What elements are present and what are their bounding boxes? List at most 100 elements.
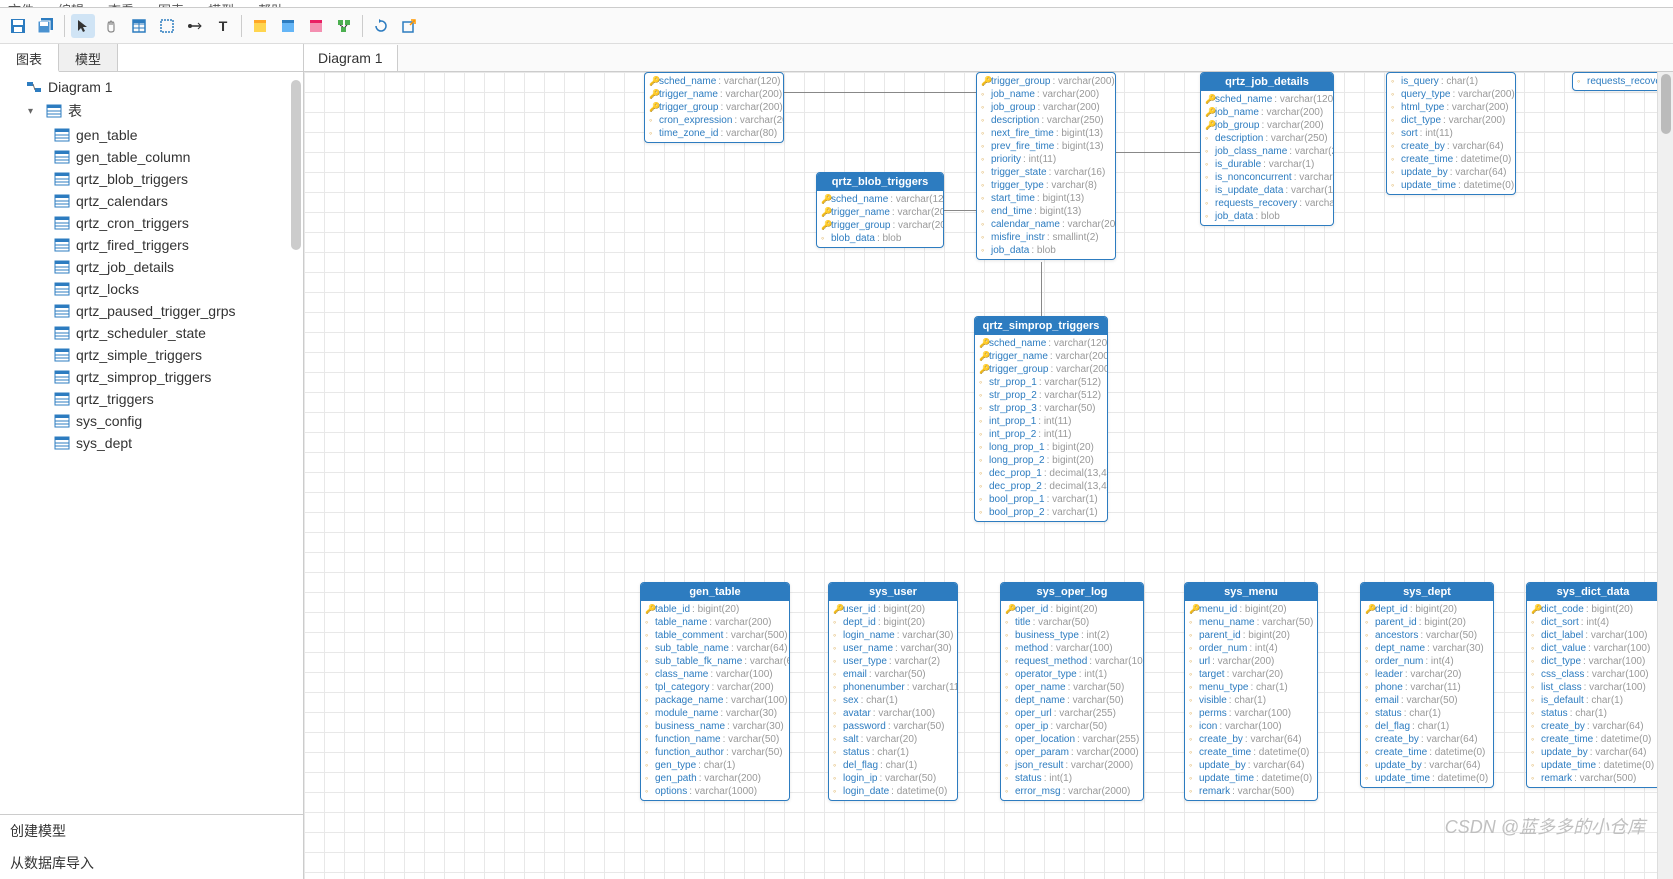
color-yellow-icon[interactable] [248,14,272,38]
tree-item-gen_table[interactable]: gen_table [0,124,303,146]
field-row[interactable]: ◦oper_name: varchar(50) [1005,681,1139,694]
table-icon[interactable] [127,14,151,38]
field-row[interactable]: ◦is_default: char(1) [1531,694,1655,707]
menu-编辑[interactable]: 编辑 [58,0,84,8]
field-row[interactable]: 🔑table_id: bigint(20) [645,603,785,616]
field-row[interactable]: 🔑sched_name: varchar(120) [1205,93,1329,106]
field-row[interactable]: ◦dict_label: varchar(100) [1531,629,1655,642]
color-pink-icon[interactable] [304,14,328,38]
field-row[interactable]: 🔑user_id: bigint(20) [833,603,953,616]
field-row[interactable]: ◦menu_name: varchar(50) [1189,616,1313,629]
field-row[interactable]: ◦is_nonconcurrent: varchar(1) [1205,171,1329,184]
field-row[interactable]: ◦create_by: varchar(64) [1531,720,1655,733]
field-row[interactable]: ◦password: varchar(50) [833,720,953,733]
canvas-tab-active[interactable]: Diagram 1 [304,45,398,71]
field-row[interactable]: ◦login_name: varchar(30) [833,629,953,642]
refresh-icon[interactable] [369,14,393,38]
action-import-db[interactable]: 从数据库导入 [0,847,303,879]
field-row[interactable]: ◦description: varchar(250) [981,114,1111,127]
field-row[interactable]: ◦sub_table_name: varchar(64) [645,642,785,655]
field-row[interactable]: ◦del_flag: char(1) [833,759,953,772]
field-row[interactable]: ◦create_by: varchar(64) [1391,140,1511,153]
entity-sysmenu[interactable]: sys_menu🔑menu_id: bigint(20)◦menu_name: … [1184,582,1318,801]
field-row[interactable]: ◦oper_ip: varchar(50) [1005,720,1139,733]
tree-scrollbar[interactable] [291,80,301,250]
field-row[interactable]: ◦update_by: varchar(64) [1531,746,1655,759]
field-row[interactable]: 🔑trigger_name: varchar(200) [979,350,1103,363]
field-row[interactable]: ◦description: varchar(250) [1205,132,1329,145]
field-row[interactable]: ◦dept_name: varchar(50) [1005,694,1139,707]
entity-jobdet[interactable]: qrtz_job_details🔑sched_name: varchar(120… [1200,72,1334,226]
field-row[interactable]: 🔑menu_id: bigint(20) [1189,603,1313,616]
field-row[interactable]: ◦user_name: varchar(30) [833,642,953,655]
field-row[interactable]: ◦options: varchar(1000) [645,785,785,798]
field-row[interactable]: ◦requests_recovery: varchar(1) [1205,197,1329,210]
field-row[interactable]: ◦job_group: varchar(200) [981,101,1111,114]
entity-simprop[interactable]: qrtz_simprop_triggers🔑sched_name: varcha… [974,316,1108,522]
field-row[interactable]: 🔑sched_name: varchar(120) [979,337,1103,350]
field-row[interactable]: ◦query_type: varchar(200) [1391,88,1511,101]
field-row[interactable]: ◦long_prop_1: bigint(20) [979,441,1103,454]
field-row[interactable]: ◦bool_prop_2: varchar(1) [979,506,1103,519]
pointer-icon[interactable] [71,14,95,38]
field-row[interactable]: ◦dec_prop_2: decimal(13,4) [979,480,1103,493]
field-row[interactable]: ◦status: int(1) [1005,772,1139,785]
field-row[interactable]: ◦prev_fire_time: bigint(13) [981,140,1111,153]
field-row[interactable]: 🔑trigger_group: varchar(200) [981,75,1111,88]
entity-sysdept[interactable]: sys_dept🔑dept_id: bigint(20)◦parent_id: … [1360,582,1494,788]
tree-item-qrtz_cron_triggers[interactable]: qrtz_cron_triggers [0,212,303,234]
field-row[interactable]: ◦visible: char(1) [1189,694,1313,707]
er-canvas[interactable]: CSDN @蓝多多的小仓库 🔑sched_name: varchar(120)🔑… [304,72,1657,879]
field-row[interactable]: 🔑dict_code: bigint(20) [1531,603,1655,616]
entity-gentable[interactable]: gen_table🔑table_id: bigint(20)◦table_nam… [640,582,790,801]
field-row[interactable]: ◦class_name: varchar(100) [645,668,785,681]
field-row[interactable]: ◦ancestors: varchar(50) [1365,629,1489,642]
field-row[interactable]: ◦job_class_name: varchar(250) [1205,145,1329,158]
field-row[interactable]: ◦email: varchar(50) [833,668,953,681]
menu-帮助[interactable]: 帮助 [258,0,284,8]
entity-cron[interactable]: 🔑sched_name: varchar(120)🔑trigger_name: … [644,72,784,143]
menu-图表[interactable]: 图表 [158,0,184,8]
field-row[interactable]: 🔑oper_id: bigint(20) [1005,603,1139,616]
field-row[interactable]: ◦salt: varchar(20) [833,733,953,746]
note-icon[interactable] [155,14,179,38]
field-row[interactable]: ◦oper_param: varchar(2000) [1005,746,1139,759]
field-row[interactable]: ◦requests_recovery: varchar(1) [1577,75,1657,88]
field-row[interactable]: ◦css_class: varchar(100) [1531,668,1655,681]
tree-item-qrtz_simprop_triggers[interactable]: qrtz_simprop_triggers [0,366,303,388]
field-row[interactable]: 🔑dept_id: bigint(20) [1365,603,1489,616]
tree-item-qrtz_blob_triggers[interactable]: qrtz_blob_triggers [0,168,303,190]
field-row[interactable]: ◦remark: varchar(500) [1189,785,1313,798]
field-row[interactable]: ◦str_prop_1: varchar(512) [979,376,1103,389]
field-row[interactable]: 🔑sched_name: varchar(120) [821,193,939,206]
field-row[interactable]: ◦tpl_category: varchar(200) [645,681,785,694]
field-row[interactable]: ◦status: char(1) [1531,707,1655,720]
field-row[interactable]: ◦misfire_instr: smallint(2) [981,231,1111,244]
field-row[interactable]: ◦leader: varchar(20) [1365,668,1489,681]
field-row[interactable]: ◦update_by: varchar(64) [1365,759,1489,772]
field-row[interactable]: ◦table_comment: varchar(500) [645,629,785,642]
field-row[interactable]: ◦perms: varchar(100) [1189,707,1313,720]
field-row[interactable]: ◦is_update_data: varchar(1) [1205,184,1329,197]
field-row[interactable]: ◦gen_type: char(1) [645,759,785,772]
entity-dictdata[interactable]: sys_dict_data🔑dict_code: bigint(20)◦dict… [1526,582,1657,788]
field-row[interactable]: 🔑trigger_name: varchar(200) [649,88,779,101]
field-row[interactable]: ◦del_flag: char(1) [1365,720,1489,733]
field-row[interactable]: ◦next_fire_time: bigint(13) [981,127,1111,140]
field-row[interactable]: ◦table_name: varchar(200) [645,616,785,629]
field-row[interactable]: ◦business_name: varchar(30) [645,720,785,733]
field-row[interactable]: ◦avatar: varchar(100) [833,707,953,720]
field-row[interactable]: ◦int_prop_2: int(11) [979,428,1103,441]
field-row[interactable]: ◦menu_type: char(1) [1189,681,1313,694]
field-row[interactable]: ◦phone: varchar(11) [1365,681,1489,694]
action-create-model[interactable]: 创建模型 [0,815,303,847]
entity-sysuser[interactable]: sys_user🔑user_id: bigint(20)◦dept_id: bi… [828,582,958,801]
layout-icon[interactable] [332,14,356,38]
field-row[interactable]: ◦update_time: datetime(0) [1365,772,1489,785]
field-row[interactable]: ◦str_prop_2: varchar(512) [979,389,1103,402]
tree-item-qrtz_fired_triggers[interactable]: qrtz_fired_triggers [0,234,303,256]
field-row[interactable]: 🔑trigger_name: varchar(200) [821,206,939,219]
sidebar-tab-model[interactable]: 模型 [59,44,118,71]
field-row[interactable]: ◦create_time: datetime(0) [1391,153,1511,166]
field-row[interactable]: ◦login_date: datetime(0) [833,785,953,798]
